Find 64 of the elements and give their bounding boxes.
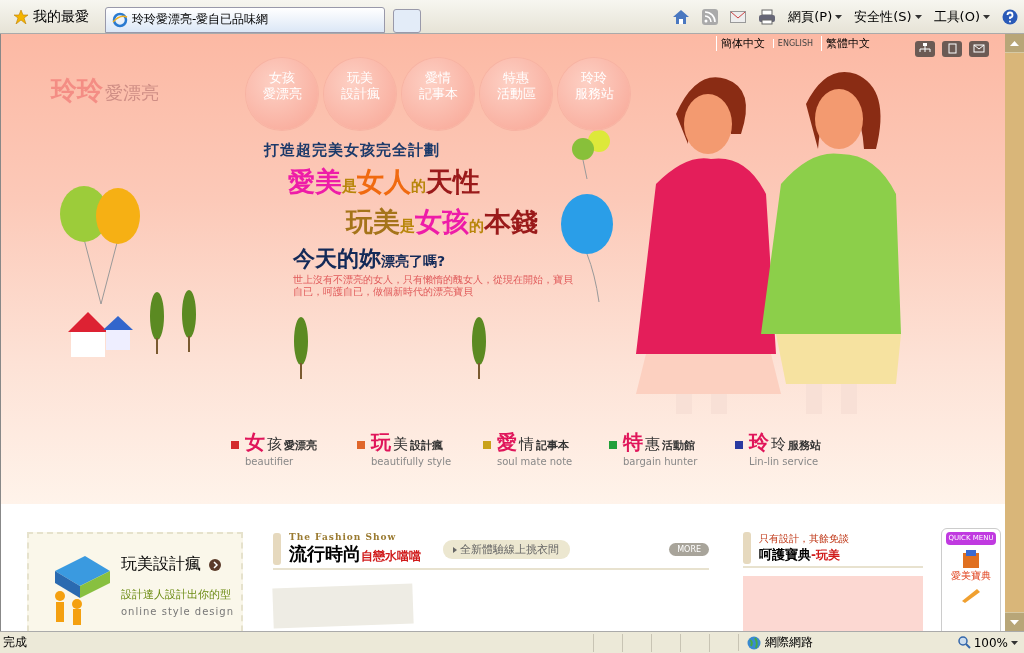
hero-body-text: 世上沒有不漂亮的女人，只有懶惰的醜女人，從現在開始，寶貝自已，呵護自已，做個新時代的漂亮寶貝 [293,274,573,298]
printer-icon[interactable] [758,8,777,25]
section-title: 呵護寶典 [759,547,811,562]
language-link[interactable]: ENGLISH [772,39,817,48]
feed-icon[interactable] [702,8,719,25]
security-zone: 網際網路 [738,634,917,651]
promo-card[interactable]: 玩美設計瘋 設計達人設計出你的型 online style design [27,532,243,631]
star-icon [14,9,28,24]
hero-slogan: 愛美是女人的天性 [288,165,480,199]
triangle-icon [453,546,457,553]
category-link[interactable]: 愛情記事本 soul mate note [483,429,601,467]
caret-icon [835,14,843,19]
browser-tab[interactable]: 玲玲愛漂亮-愛自已品味網 [105,6,385,33]
mail-icon[interactable] [730,10,747,23]
zoom-control[interactable]: 100% [957,635,1024,650]
accent-bar [743,532,751,564]
accent-bar [273,533,281,565]
language-link[interactable]: 繁體中文 [821,36,874,51]
up-arrow-icon [1010,40,1019,46]
balloons-drawing [571,129,611,179]
toolbar-menu[interactable]: 安全性(S) [854,7,922,26]
box-icon [960,549,982,569]
caret-icon [1011,640,1018,645]
tree-drawing [149,292,165,354]
promo-title: 玩美設計瘋 [121,554,201,575]
new-tab-button[interactable] [393,8,421,33]
document-icon[interactable] [942,41,962,57]
promo-english: online style design [121,606,234,617]
toolbar-menu[interactable]: 工具(O) [933,7,990,26]
globe-icon [747,635,761,650]
caret-icon [983,14,990,19]
section-kicker: The Fashion Show [289,532,398,542]
category-link[interactable]: 玩美 設計瘋 beautifully style [357,429,475,467]
tree-drawing [293,317,309,379]
help-icon[interactable] [1002,8,1018,25]
tree-drawing [181,290,197,352]
section-kicker: 只有設計，其餘免談 [759,532,849,546]
status-text: 完成 [2,634,28,651]
magnifier-icon [957,636,971,649]
category-link[interactable]: 女孩愛漂亮 beautifier [231,429,349,467]
down-arrow-icon [1010,619,1019,625]
promo-subtitle: 設計達人設計出你的型 [121,587,232,602]
hero-question: 今天的妳漂亮了嗎? [293,245,447,273]
fitting-room-link[interactable]: 全新體驗線上挑衣間 [443,539,570,559]
toolbar-menu[interactable]: 網頁(P) [788,7,843,26]
caret-icon [914,14,922,19]
quick-menu-item[interactable]: 愛美寶典 [951,549,991,583]
home-icon[interactable] [672,8,691,25]
favorites-button[interactable]: 我的最愛 [6,7,97,26]
tree-drawing [471,317,487,379]
scroll-down-button[interactable] [1005,613,1024,631]
hero-kicker: 打造超完美女孩完全計劃 [264,141,441,160]
section-tag: 自戀水噹噹 [361,549,421,563]
browser-logo-icon [112,11,128,28]
language-link[interactable]: 簡体中文 [715,36,769,51]
category-link[interactable]: 特惠活動館 bargain hunter [609,429,727,467]
hero-slogan: 玩美是女孩的本錢 [346,205,538,239]
category-link[interactable]: 玲玲 服務站 Lin-lin service [735,429,853,467]
section-title: 流行時尚 [289,543,361,564]
arrow-circle-icon[interactable] [209,558,221,571]
section-tag: -玩美 [811,548,840,562]
sitemap-icon[interactable] [915,41,935,57]
mail-icon[interactable] [969,41,989,57]
scroll-up-button[interactable] [1005,34,1024,52]
